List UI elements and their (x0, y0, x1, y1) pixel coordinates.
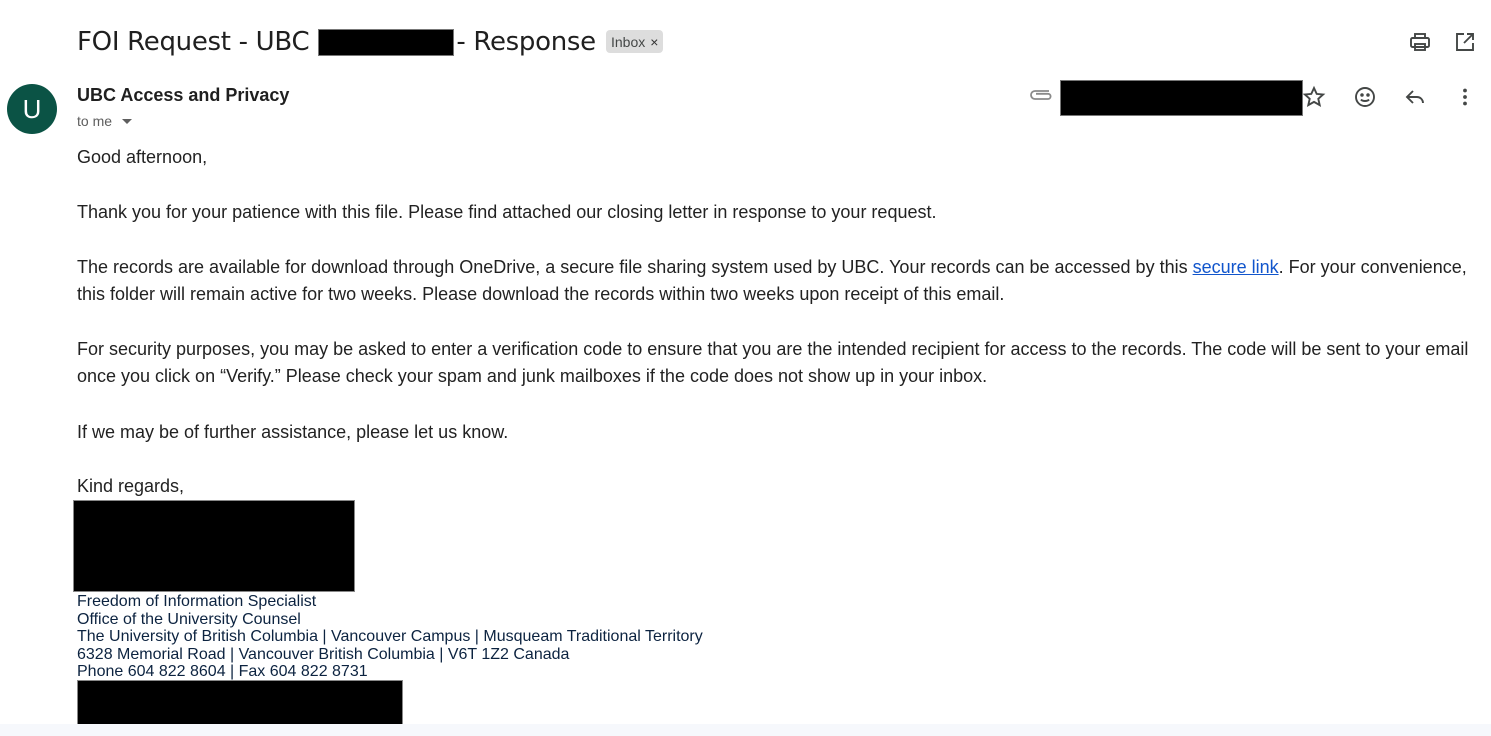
open-in-new-window-icon (1456, 33, 1474, 51)
secure-link[interactable]: secure link (1193, 257, 1279, 277)
recipient-details-toggle[interactable]: to me (77, 113, 133, 129)
body-paragraph-3: For security purposes, you may be asked … (77, 339, 1469, 386)
star-icon (1302, 85, 1326, 107)
email-subject: FOI Request - UBC - Response (77, 24, 596, 60)
body-paragraph-4: If we may be of further assistance, plea… (77, 422, 509, 442)
signature-institution: The University of British Columbia | Van… (77, 628, 703, 646)
signature-name-redaction (73, 500, 355, 592)
attachment-icon (1027, 84, 1055, 106)
signature-phone: Phone 604 822 8604 | Fax 604 822 8731 (77, 663, 368, 681)
print-icon (1410, 33, 1430, 51)
signature-title: Freedom of Information Specialist (77, 593, 317, 610)
signature-office: Office of the University Counsel (77, 610, 301, 628)
para2-before-link: The records are available for download t… (77, 257, 1193, 277)
chevron-down-icon (122, 118, 133, 124)
body-closing: Kind regards, (77, 476, 185, 496)
add-reaction-button[interactable] (1347, 79, 1383, 115)
date-redaction (1060, 80, 1303, 116)
subject-redaction (318, 28, 455, 56)
emoji-icon (1355, 87, 1375, 107)
remove-label-button[interactable]: × (650, 34, 658, 50)
body-paragraph-1: Thank you for your patience with this fi… (77, 202, 937, 222)
reply-button[interactable] (1397, 79, 1433, 115)
body-greeting: Good afternoon, (77, 147, 208, 167)
more-vert-icon (1463, 88, 1467, 106)
open-in-new-window-button[interactable] (1447, 24, 1483, 60)
subject-prefix: FOI Request - UBC (77, 27, 310, 57)
recipient-text: to me (77, 113, 113, 129)
sender-name[interactable]: UBC Access and Privacy (77, 85, 289, 106)
star-button[interactable] (1296, 79, 1332, 115)
signature-block: Freedom of Information Specialist Office… (77, 593, 703, 681)
sender-avatar[interactable]: U (7, 84, 57, 134)
more-options-button[interactable] (1447, 79, 1483, 115)
bottom-strip (0, 724, 1491, 736)
body-paragraph-2: The records are available for download t… (77, 254, 1477, 308)
signature-email-redaction (77, 680, 403, 730)
print-all-button[interactable] (1402, 24, 1438, 60)
inbox-label-chip[interactable]: Inbox × (606, 30, 664, 53)
subject-suffix: - Response (456, 27, 596, 57)
label-text: Inbox (611, 33, 646, 50)
signature-address: 6328 Memorial Road | Vancouver British C… (77, 645, 570, 663)
reply-icon (1405, 90, 1424, 104)
